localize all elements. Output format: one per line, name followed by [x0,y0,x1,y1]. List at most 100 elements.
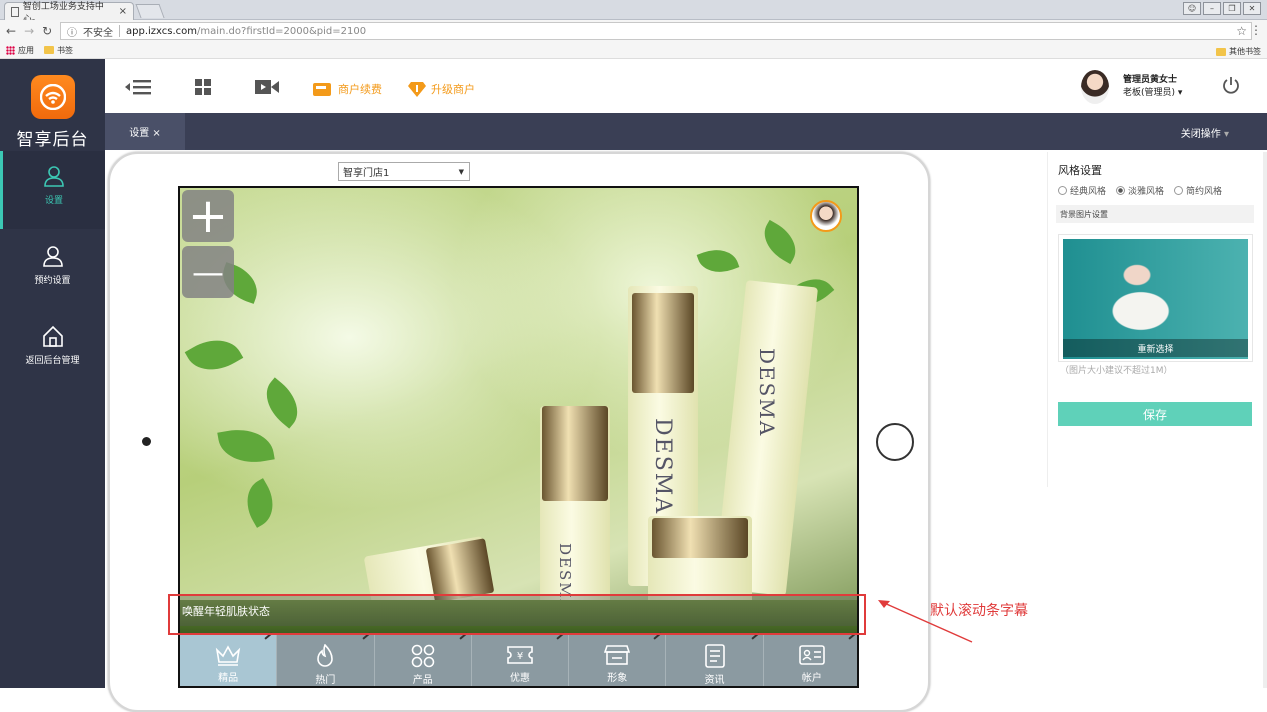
zoom-out-button[interactable]: — [182,246,234,298]
id-card-icon [799,645,825,665]
zoom-in-button[interactable]: + [182,190,234,242]
sidebar-item-back[interactable]: 返回后台管理 [0,311,105,389]
preview-nav-offers[interactable]: ¥ 优惠 [471,632,570,686]
background-image-preview[interactable]: 重新选择 [1058,234,1253,362]
reselect-image-button[interactable]: 重新选择 [1063,339,1248,357]
leaf-decoration [696,242,740,280]
preview-nav-label: 产品 [412,675,433,686]
user-icon[interactable]: ☺ [1183,2,1201,15]
leaf-decoration [237,478,283,528]
preview-nav-label: 优惠 [509,673,530,684]
preview-nav-products[interactable]: 产品 [374,632,472,686]
caret-down-icon: ▼ [458,168,464,176]
preview-nav-image[interactable]: 形象 [569,632,667,686]
other-bookmarks[interactable]: 其他书签 [1216,46,1261,57]
leaf-decoration [184,328,244,382]
power-icon[interactable] [1222,76,1240,94]
fire-icon [317,644,334,667]
svg-text:¥: ¥ [517,651,523,662]
preview-nav-featured[interactable]: 精品 [180,632,278,686]
preview-nav-news[interactable]: 资讯 [666,632,764,686]
tab-settings[interactable]: 设置 × [105,113,185,150]
sidebar-item-label: 预约设置 [34,276,71,286]
bookmark-star-icon[interactable]: ☆ [1236,24,1247,38]
other-bookmarks-label: 其他书签 [1229,47,1261,56]
bookmarks-bar: 应用 书签 其他书签 [0,42,1267,59]
back-icon[interactable]: ← [6,24,16,38]
crown-icon [215,645,241,666]
top-bar: 商户续费 升级商户 管理员黄女士 老板(管理员) ▾ [105,59,1267,113]
preview-nav-label: 帐户 [801,673,822,684]
browser-tab[interactable]: 智创工场业务支持中心- × [4,2,134,25]
close-window-icon[interactable]: ✕ [1243,2,1261,15]
card-icon [313,83,331,96]
app-logo [31,75,75,119]
insecure-label: 不安全 [83,27,113,39]
info-icon[interactable]: ⓘ [67,24,77,39]
preview-nav-label: 热门 [315,675,336,686]
annotation-callout: 默认滚动条字幕 [930,603,1028,619]
address-bar: ← → ↻ ⓘ 不安全 app.izxcs.com/main.do?firstI… [0,20,1267,42]
user-name: 管理员黄女士 [1123,75,1178,85]
product-cap [542,406,608,501]
page-tabs: 设置 × 关闭操作 ▾ [105,113,1267,150]
radio-simple[interactable]: 简约风格 [1174,184,1222,197]
radio-selected-icon [1116,186,1126,195]
avatar[interactable] [1081,70,1109,104]
leaf-decoration [755,219,805,265]
preview-nav-label: 形象 [607,673,628,684]
store-select[interactable]: 智享门店1 ▼ [338,162,470,181]
sidebar: 智享后台 设置 预约设置 返回后台管理 [0,59,105,688]
preview-nav-label: 资讯 [704,675,725,686]
wifi-logo-icon [40,84,66,110]
grid-icon [411,644,435,668]
sidebar-item-booking[interactable]: 预约设置 [0,231,105,309]
sidebar-item-label: 返回后台管理 [25,356,80,366]
diamond-icon [408,82,426,97]
video-icon[interactable] [255,79,279,95]
radio-elegant[interactable]: 淡雅风格 [1116,184,1164,197]
preview-nav-label: 精品 [218,673,239,684]
page-scrollbar[interactable] [1263,152,1267,688]
preview-bottom-nav: 精品 热门 产品 ¥ 优惠 形象 资讯 帐户 [180,632,857,686]
new-tab-button[interactable] [135,4,165,18]
radio-label: 简约风格 [1186,187,1223,197]
user-menu[interactable]: 管理员黄女士 老板(管理员) ▾ [1123,74,1182,100]
minimize-icon[interactable]: – [1203,2,1221,15]
close-operations-label: 关闭操作 [1180,129,1221,140]
reload-icon[interactable]: ↻ [42,24,52,38]
url-separator [119,25,120,37]
style-radio-group: 经典风格 淡雅风格 简约风格 [1058,184,1262,197]
product-cap [652,518,748,558]
bookmark-apps[interactable]: 应用 [6,45,34,56]
tab-close-icon[interactable]: × [119,6,127,17]
user-icon [42,246,63,267]
upgrade-button[interactable]: 升级商户 [408,81,475,97]
user-icon [44,166,64,187]
bookmark-folder[interactable]: 书签 [44,45,73,56]
user-role: 老板(管理员) [1123,88,1176,98]
bookmark-folder-label: 书签 [57,45,73,55]
caret-down-icon: ▾ [1223,129,1229,140]
preview-nav-hot[interactable]: 热门 [277,632,375,686]
renew-button[interactable]: 商户续费 [313,81,382,97]
product-cap [632,293,694,393]
radio-classic[interactable]: 经典风格 [1058,184,1106,197]
preview-nav-account[interactable]: 帐户 [763,632,857,686]
home-icon [42,325,63,347]
sidebar-item-settings[interactable]: 设置 [0,151,105,229]
menu-kebab-icon[interactable]: ⋮ [1250,23,1262,37]
forward-icon[interactable]: → [24,24,34,38]
close-operations-menu[interactable]: 关闭操作 ▾ [1181,125,1229,140]
image-size-hint: （图片大小建议不超过1M） [1060,366,1173,376]
url-path: /main.do?firstId=2000&pid=2100 [197,25,367,37]
collapse-menu-icon[interactable] [125,79,151,95]
apps-grid-icon [6,45,15,55]
style-settings-title: 风格设置 [1058,164,1102,177]
grid-icon[interactable] [195,79,211,95]
save-button[interactable]: 保存 [1058,402,1252,426]
folder-icon [1216,47,1226,56]
url-input[interactable]: ⓘ 不安全 app.izxcs.com/main.do?firstId=2000… [60,22,1252,40]
document-icon [11,6,19,17]
restore-icon[interactable]: ❐ [1223,2,1241,15]
